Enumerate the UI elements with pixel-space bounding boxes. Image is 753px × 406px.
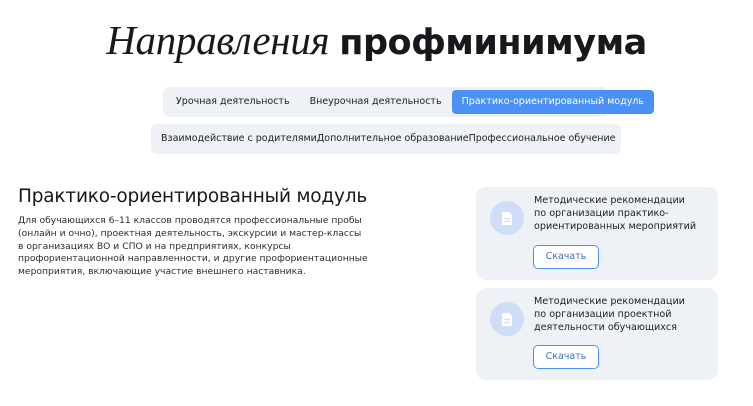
document-icon [490, 201, 524, 235]
document-card-title: Методические рекомендации по организации… [534, 296, 714, 334]
tab-parents-interaction[interactable]: Взаимодействие с родителями [161, 127, 317, 151]
tab-extracurricular-activity[interactable]: Внеурочная деятельность [300, 90, 452, 114]
tab-practice-module[interactable]: Практико-ориентированный модуль [451, 90, 654, 114]
tab-additional-education[interactable]: Дополнительное образование [317, 127, 469, 151]
section-description-line: профориентационной направленности, и дру… [18, 253, 368, 265]
document-icon [490, 302, 524, 336]
tab-professional-training[interactable]: Профессиональное обучение [469, 127, 616, 151]
section-description: Для обучающихся 6–11 классов проводятся … [18, 215, 378, 279]
document-card: Методические рекомендации по организации… [476, 187, 718, 280]
section-description-line: Для обучающихся 6–11 классов проводятся … [18, 215, 362, 226]
document-card-title-line: деятельности обучающихся [534, 321, 677, 333]
document-card-title: Методические рекомендации по организации… [534, 195, 714, 233]
section-description-line: в организациях ВО и СПО и на предприятия… [18, 240, 291, 252]
page-title: Направления профминимума [0, 14, 753, 66]
section-description-line: мероприятия, включающие участие внешнего… [18, 266, 306, 278]
document-card-title-line: Методические рекомендации [534, 195, 685, 206]
download-button[interactable]: Скачать [533, 245, 599, 269]
tab-lesson-activity[interactable]: Урочная деятельность [166, 90, 300, 114]
document-card: Методические рекомендации по организации… [476, 288, 718, 380]
section-description-line: (онлайн и очно), проектная деятельность,… [18, 227, 362, 239]
page-title-bold: профминимума [339, 23, 647, 63]
download-button[interactable]: Скачать [533, 345, 599, 369]
tab-bar-primary: Урочная деятельность Внеурочная деятельн… [163, 87, 654, 117]
page-title-light: Направления [106, 17, 330, 63]
document-card-title-line: по организации проектной [534, 308, 672, 320]
section-title: Практико-ориентированный модуль [18, 186, 368, 207]
document-card-title-line: ориентированных мероприятий [534, 220, 697, 232]
tab-bar-secondary: Взаимодействие с родителями Дополнительн… [151, 124, 621, 154]
document-card-title-line: по организации практико- [534, 207, 669, 219]
document-card-title-line: Методические рекомендации [534, 296, 685, 307]
